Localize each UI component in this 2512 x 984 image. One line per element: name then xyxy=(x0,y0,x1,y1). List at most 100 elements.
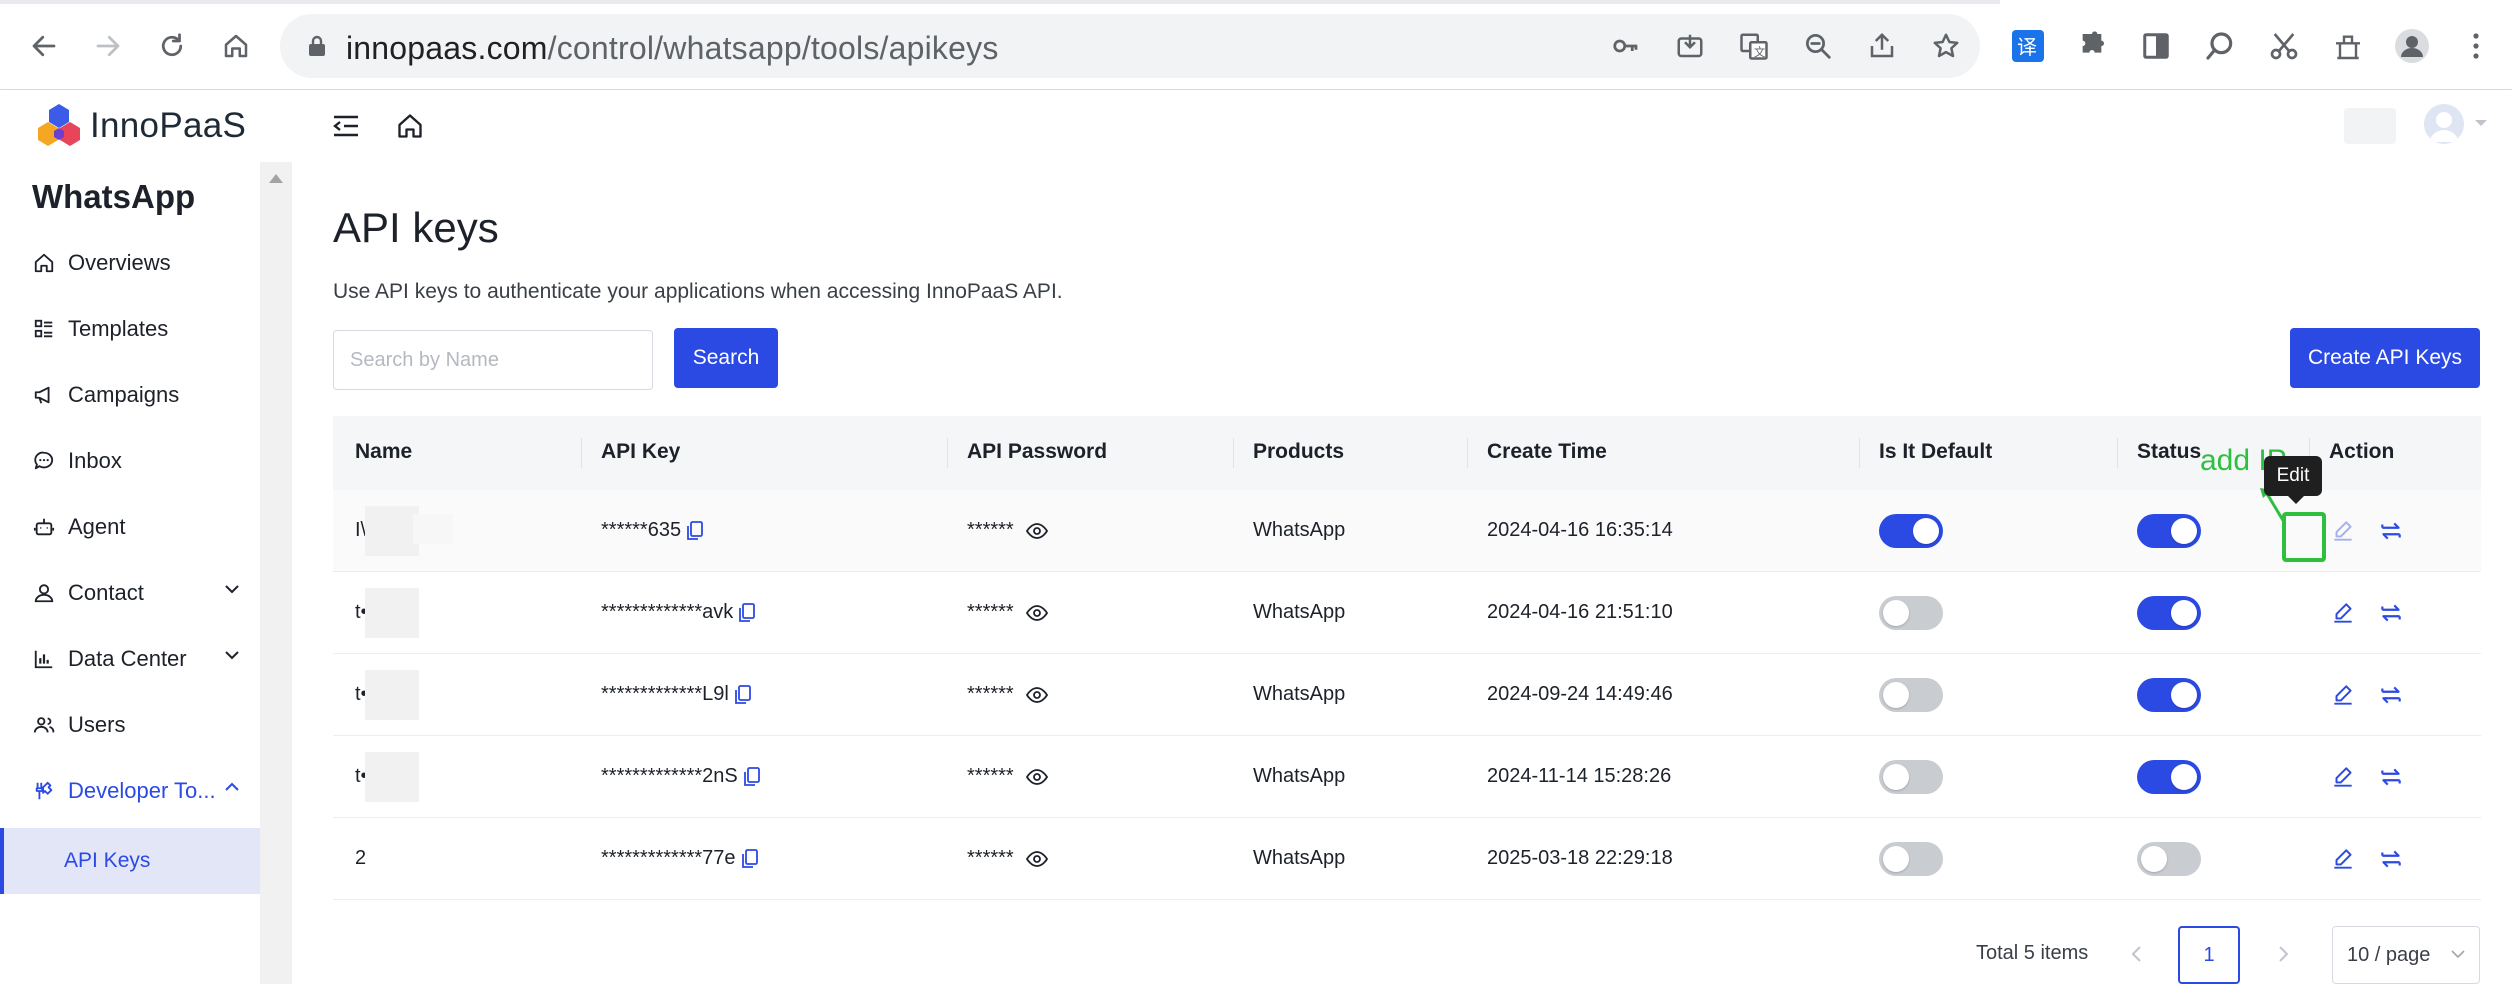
extensions-puzzle-icon[interactable] xyxy=(2074,28,2110,64)
share-icon[interactable] xyxy=(1866,30,1898,62)
collapse-menu-icon[interactable] xyxy=(330,110,362,142)
page-size-select[interactable]: 10 / page xyxy=(2332,926,2480,984)
user-avatar[interactable] xyxy=(2424,104,2464,144)
browser-menu-icon[interactable] xyxy=(2458,28,2494,64)
edit-icon[interactable] xyxy=(2329,845,2357,873)
column-divider xyxy=(581,438,582,468)
forward-button[interactable] xyxy=(88,26,128,66)
chevron-down-icon[interactable] xyxy=(2474,118,2488,128)
forward-arrow-icon xyxy=(96,35,120,57)
side-panel-icon[interactable] xyxy=(2138,28,2174,64)
column-header-action: Action xyxy=(2329,440,2395,463)
bar-chart-icon xyxy=(32,647,56,671)
search-extension-icon[interactable] xyxy=(2202,28,2238,64)
chevron-down-icon[interactable] xyxy=(224,584,240,594)
sidebar-item-templates[interactable]: Templates xyxy=(0,298,260,360)
chevron-down-icon[interactable] xyxy=(224,650,240,660)
api-key-text: ******635 xyxy=(601,519,682,541)
sidebar-item-data-center[interactable]: Data Center xyxy=(0,628,260,690)
table-row: 2 *************77e ****** WhatsApp 2025-… xyxy=(333,818,2481,900)
default-toggle[interactable] xyxy=(1879,760,1943,794)
sidebar-item-label: Agent xyxy=(68,514,126,539)
default-toggle[interactable] xyxy=(1879,596,1943,630)
translate-extension-icon[interactable]: 译 xyxy=(2010,28,2046,64)
home-button[interactable] xyxy=(216,26,256,66)
sidebar-item-overviews[interactable]: Overviews xyxy=(0,232,260,294)
chevron-up-icon[interactable] xyxy=(224,782,240,792)
users-icon xyxy=(32,713,56,737)
home-icon[interactable] xyxy=(394,110,426,142)
key-icon[interactable] xyxy=(1610,30,1642,62)
sidebar-item-agent[interactable]: Agent xyxy=(0,496,260,558)
eye-icon[interactable] xyxy=(1025,768,1048,785)
row-api-key: *************77e xyxy=(601,847,758,870)
sidebar-item-label: Overviews xyxy=(68,250,171,275)
reset-key-icon[interactable] xyxy=(2377,763,2405,791)
copy-icon[interactable] xyxy=(739,602,756,623)
default-toggle[interactable] xyxy=(1879,514,1943,548)
copy-icon[interactable] xyxy=(687,520,703,541)
edit-icon[interactable] xyxy=(2329,517,2357,545)
next-page-icon[interactable] xyxy=(2270,940,2298,968)
lock-icon[interactable] xyxy=(306,34,328,58)
sidebar: WhatsApp Overviews Templates Campaigns I… xyxy=(0,162,292,984)
eye-icon[interactable] xyxy=(1025,522,1048,539)
status-toggle[interactable] xyxy=(2137,842,2201,876)
sidebar-item-developer-tools[interactable]: Developer To... xyxy=(0,760,260,822)
sidebar-item-users[interactable]: Users xyxy=(0,694,260,756)
lab-extension-icon[interactable] xyxy=(2330,28,2366,64)
profile-icon[interactable] xyxy=(2394,28,2430,64)
page-title: API keys xyxy=(333,204,499,251)
copy-icon[interactable] xyxy=(734,684,751,705)
install-app-icon[interactable] xyxy=(1674,30,1706,62)
search-input[interactable] xyxy=(333,330,653,390)
reload-button[interactable] xyxy=(152,26,192,66)
sidebar-scrollbar[interactable] xyxy=(260,162,292,984)
reset-key-icon[interactable] xyxy=(2377,845,2405,873)
status-toggle[interactable] xyxy=(2137,514,2201,548)
prev-page-icon[interactable] xyxy=(2122,940,2150,968)
name-redacted xyxy=(365,588,419,638)
back-button[interactable] xyxy=(24,26,64,66)
page-number-button[interactable]: 1 xyxy=(2178,926,2240,984)
zoom-out-icon[interactable] xyxy=(1802,30,1834,62)
address-bar[interactable]: innopaas.com/control/whatsapp/tools/apik… xyxy=(280,14,1980,78)
default-toggle[interactable] xyxy=(1879,842,1943,876)
copy-icon[interactable] xyxy=(741,848,758,869)
reset-key-icon[interactable] xyxy=(2377,681,2405,709)
eye-icon[interactable] xyxy=(1025,686,1048,703)
sidebar-item-contact[interactable]: Contact xyxy=(0,562,260,624)
name-redacted xyxy=(365,670,419,720)
bookmark-star-icon[interactable] xyxy=(1930,30,1962,62)
row-product: WhatsApp xyxy=(1253,519,1346,541)
row-create-time: 2024-09-24 14:49:46 xyxy=(1487,683,1673,705)
default-toggle[interactable] xyxy=(1879,678,1943,712)
eye-icon[interactable] xyxy=(1025,604,1048,621)
status-toggle[interactable] xyxy=(2137,760,2201,794)
translate-icon[interactable]: 文 xyxy=(1738,30,1770,62)
eye-icon[interactable] xyxy=(1025,850,1048,867)
edit-icon[interactable] xyxy=(2329,763,2357,791)
create-api-keys-button[interactable]: Create API Keys xyxy=(2290,328,2480,388)
scissors-icon[interactable] xyxy=(2266,28,2302,64)
scroll-up-arrow-icon[interactable] xyxy=(269,174,283,183)
sidebar-item-inbox[interactable]: Inbox xyxy=(0,430,260,492)
api-password-text: ****** xyxy=(967,519,1014,541)
brand-logo[interactable]: InnoPaaS xyxy=(34,102,246,150)
row-name: 2 xyxy=(355,847,367,869)
name-redacted xyxy=(365,752,419,802)
api-password-text: ****** xyxy=(967,601,1014,623)
edit-icon[interactable] xyxy=(2329,681,2357,709)
sidebar-subitem-api-keys[interactable]: API Keys xyxy=(0,828,260,894)
row-create-time: 2024-11-14 15:28:26 xyxy=(1487,765,1672,787)
status-toggle[interactable] xyxy=(2137,596,2201,630)
status-toggle[interactable] xyxy=(2137,678,2201,712)
reset-key-icon[interactable] xyxy=(2377,517,2405,545)
row-api-password: ****** xyxy=(967,601,1048,624)
reset-key-icon[interactable] xyxy=(2377,599,2405,627)
api-password-text: ****** xyxy=(967,765,1014,787)
copy-icon[interactable] xyxy=(743,766,760,787)
sidebar-item-campaigns[interactable]: Campaigns xyxy=(0,364,260,426)
edit-icon[interactable] xyxy=(2329,599,2357,627)
search-button[interactable]: Search xyxy=(674,328,778,388)
